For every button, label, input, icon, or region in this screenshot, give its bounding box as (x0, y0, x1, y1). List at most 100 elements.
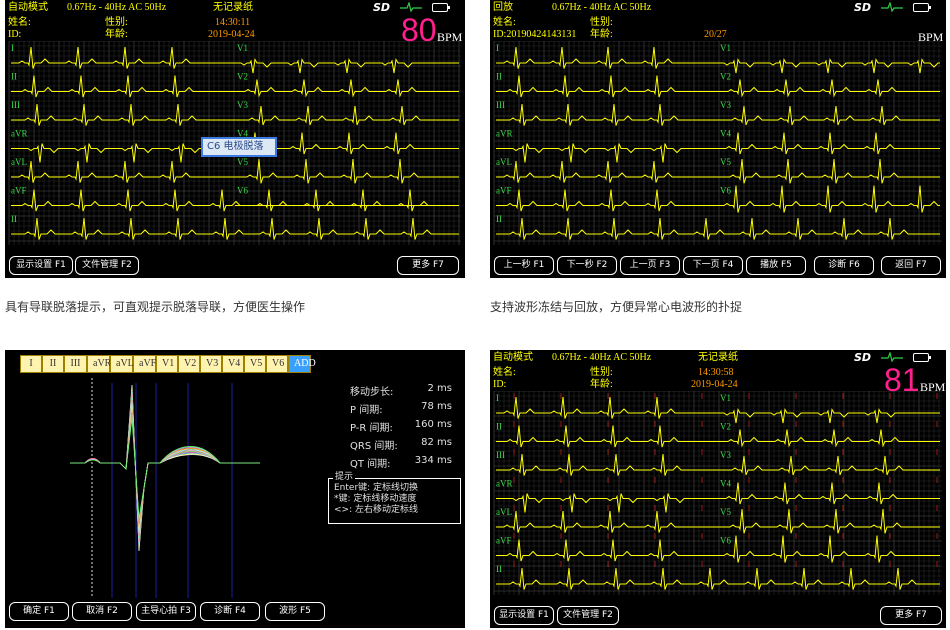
lead-tab-iii[interactable]: III (64, 355, 87, 373)
sd-card-icon: SD (854, 350, 872, 364)
caption-playback: 支持波形冻结与回放，方便异常心电波形的扑捉 (490, 300, 743, 314)
next-page-button[interactable]: 下一页 F4 (683, 256, 743, 275)
id-label: ID: (8, 29, 22, 40)
sd-card-icon: SD (854, 0, 872, 14)
diagnose-button[interactable]: 诊断 F6 (814, 256, 874, 275)
lead-label: I (496, 393, 499, 403)
page-counter: 20/27 (704, 29, 727, 40)
play-button[interactable]: 播放 F5 (746, 256, 806, 275)
return-button[interactable]: 返回 F7 (881, 256, 941, 275)
caption-lead-off: 具有导联脱落提示，可直观提示脱落导联，方便医生操作 (5, 300, 306, 314)
lead-tab-add[interactable]: ADD (288, 355, 316, 373)
lead-tab-v4[interactable]: V4 (222, 355, 244, 373)
lead-label: V3 (720, 450, 731, 460)
ecg-trace (235, 79, 459, 98)
lead-label: II (11, 72, 17, 82)
more-button[interactable]: 更多 F7 (880, 606, 942, 625)
lead-label: aVF (11, 186, 27, 196)
battery-icon (913, 2, 932, 12)
ecg-waveform-area: IIIIIIaVRaVLaVFIIV1V2V3V4V5V6 (493, 41, 942, 245)
lead-label: V3 (720, 100, 731, 110)
status-header: 自动模式 0.67Hz - 40Hz AC 50Hz 无记录纸 姓名: ID: … (490, 350, 946, 397)
measurement-label: P 间期: (350, 405, 383, 416)
ecg-trace (235, 105, 459, 126)
prev-second-button[interactable]: 上一秒 F1 (494, 256, 554, 275)
lead-label: V1 (237, 43, 248, 53)
measurement-value: 78 ms (421, 401, 452, 412)
lead-tab-v3[interactable]: V3 (200, 355, 222, 373)
measurement-row: QRS 间期: 82 ms (350, 437, 452, 452)
lead-label: V5 (237, 157, 248, 167)
prev-page-button[interactable]: 上一页 F3 (620, 256, 680, 275)
lead-tab-v1[interactable]: V1 (156, 355, 178, 373)
measurement-label: QRS 间期: (350, 441, 398, 452)
lead-label: aVF (496, 186, 512, 196)
dominant-beat-button[interactable]: 主导心拍 F3 (136, 602, 196, 621)
lead-label: V6 (720, 186, 731, 196)
lead-tab-ii[interactable]: II (42, 355, 64, 373)
ecg-screen-playback: 回放 0.67Hz - 40Hz AC 50Hz 姓名: ID:20190424… (490, 0, 946, 278)
waveform-button[interactable]: 波形 F5 (265, 602, 325, 621)
measurement-value: 160 ms (414, 419, 452, 430)
sex-label: 性别: (590, 367, 613, 378)
heartbeat-icon (881, 352, 904, 362)
lead-tab-v5[interactable]: V5 (244, 355, 266, 373)
lead-tab-avf[interactable]: aVF (133, 355, 156, 373)
lead-label: V3 (237, 100, 248, 110)
lead-label: III (11, 100, 20, 110)
time-display: 14:30:11 (215, 17, 251, 28)
hint-box: 提示 Enter键: 定标线切换 *键: 定标线移动速度 <>: 左右移动定标线 (328, 472, 461, 524)
lead-tab-v6[interactable]: V6 (266, 355, 288, 373)
id-label: ID:20190424143131 (493, 29, 577, 40)
battery-icon (432, 2, 451, 12)
file-management-button[interactable]: 文件管理 F2 (75, 256, 139, 275)
hint-title: 提示 (333, 472, 356, 483)
lead-label: V1 (720, 43, 731, 53)
lead-label: II (496, 214, 502, 224)
file-management-button[interactable]: 文件管理 F2 (557, 606, 619, 625)
cancel-button[interactable]: 取消 F2 (72, 602, 132, 621)
measurement-value: 2 ms (427, 383, 453, 394)
hint-line: *键: 定标线移动速度 (334, 494, 417, 504)
hint-line: <>: 左右移动定标线 (334, 505, 418, 515)
display-settings-button[interactable]: 显示设置 F1 (9, 256, 73, 275)
lead-tab-avl[interactable]: aVL (110, 355, 134, 373)
hint-line: Enter键: 定标线切换 (334, 483, 419, 493)
mode-label: 自动模式 (493, 352, 533, 363)
measurement-label: QT 间期: (350, 459, 391, 470)
lead-tab-v2[interactable]: V2 (178, 355, 200, 373)
name-label: 姓名: (8, 17, 31, 28)
lead-label: aVL (496, 507, 512, 517)
lead-label: I (11, 43, 14, 53)
lead-label: II (496, 564, 502, 574)
display-settings-button[interactable]: 显示设置 F1 (494, 606, 554, 625)
lead-label: aVL (496, 157, 512, 167)
paper-status: 无记录纸 (698, 352, 738, 363)
lead-label: aVR (496, 479, 513, 489)
name-label: 姓名: (493, 17, 516, 28)
lead-label: V4 (720, 479, 731, 489)
measurement-row: 移动步长: 2 ms (350, 383, 452, 398)
filter-label: 0.67Hz - 40Hz AC 50Hz (552, 352, 652, 363)
ecg-screen-realtime-2: 自动模式 0.67Hz - 40Hz AC 50Hz 无记录纸 姓名: ID: … (490, 350, 946, 628)
more-button[interactable]: 更多 F7 (397, 256, 459, 275)
sex-label: 性别: (105, 17, 128, 28)
ecg-trace (11, 46, 235, 69)
mode-label: 自动模式 (8, 2, 48, 13)
measurement-label: 移动步长: (350, 387, 394, 398)
ecg-waveform-area: IIIIIIaVRaVLaVFIIV1V2V3V4V5V6 (493, 391, 942, 595)
lead-tab-avr[interactable]: aVR (87, 355, 111, 373)
lead-label: V2 (720, 72, 731, 82)
confirm-button[interactable]: 确定 F1 (9, 602, 69, 621)
lead-tab-i[interactable]: I (20, 355, 42, 373)
lead-label: V5 (720, 157, 731, 167)
ecg-trace (11, 103, 235, 126)
diagnose-button[interactable]: 诊断 F4 (200, 602, 260, 621)
lead-label: V4 (720, 129, 731, 139)
ecg-trace (11, 75, 235, 98)
lead-label: V2 (720, 422, 731, 432)
next-second-button[interactable]: 下一秒 F2 (557, 256, 617, 275)
lead-label: V6 (720, 536, 731, 546)
age-label: 年龄: (590, 379, 613, 390)
filter-label: 0.67Hz - 40Hz AC 50Hz (67, 2, 167, 13)
